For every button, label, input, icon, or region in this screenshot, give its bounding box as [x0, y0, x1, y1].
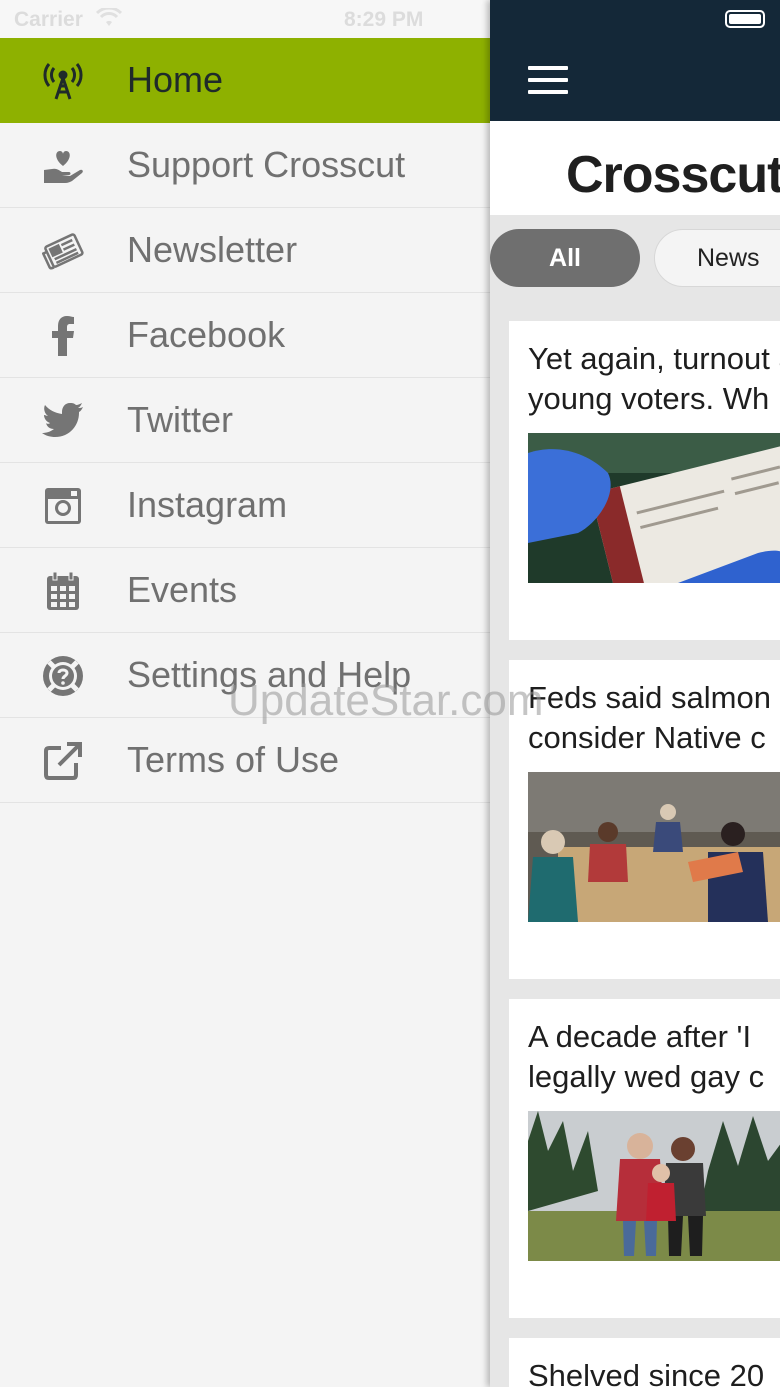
main-content-panel: Crosscut All News Yet again, turnout amo… [490, 0, 780, 1387]
menu-item-facebook[interactable]: Facebook [0, 293, 490, 378]
wifi-icon [96, 8, 122, 26]
menu-item-settings-help[interactable]: Settings and Help [0, 633, 490, 718]
article-card[interactable]: Feds said salmon consider Native c [509, 660, 780, 979]
instagram-icon [40, 485, 86, 527]
menu-label: Facebook [127, 314, 286, 355]
menu-item-events[interactable]: Events [0, 548, 490, 633]
article-title[interactable]: Yet again, turnout among young voters. W… [528, 339, 780, 419]
menu-label: Instagram [127, 484, 288, 525]
radio-tower-icon [40, 60, 86, 102]
article-card[interactable]: Yet again, turnout among young voters. W… [509, 321, 780, 640]
article-title[interactable]: Feds said salmon consider Native c [528, 678, 771, 758]
menu-item-terms[interactable]: Terms of Use [0, 718, 490, 803]
tab-all[interactable]: All [490, 229, 640, 287]
menu-label: Home [127, 59, 224, 100]
crosscut-logo[interactable]: Crosscut [566, 145, 780, 205]
menu-label: Terms of Use [127, 739, 340, 780]
side-drawer: Carrier 8:29 PM Home Support Crosscut Ne… [0, 0, 490, 1387]
article-image[interactable] [528, 772, 780, 922]
menu-label: Support Crosscut [127, 144, 406, 185]
calendar-icon [40, 570, 86, 612]
menu-label: Newsletter [127, 229, 298, 270]
heart-hand-icon [40, 145, 86, 187]
newspaper-icon [40, 230, 86, 272]
menu-item-home[interactable]: Home [0, 38, 490, 123]
status-bar: Carrier 8:29 PM [0, 0, 490, 38]
twitter-icon [40, 400, 86, 442]
menu-item-support[interactable]: Support Crosscut [0, 123, 490, 208]
tab-news[interactable]: News [654, 229, 780, 287]
clock-label: 8:29 PM [344, 8, 424, 31]
article-title[interactable]: A decade after 'I legally wed gay c [528, 1017, 764, 1097]
top-navbar [490, 0, 780, 121]
menu-label: Twitter [127, 399, 234, 440]
article-image[interactable] [528, 433, 780, 583]
menu-item-instagram[interactable]: Instagram [0, 463, 490, 548]
menu-item-newsletter[interactable]: Newsletter [0, 208, 490, 293]
article-card[interactable]: A decade after 'I legally wed gay c [509, 999, 780, 1318]
menu-item-twitter[interactable]: Twitter [0, 378, 490, 463]
hamburger-menu-icon[interactable] [528, 66, 568, 94]
menu-label: Settings and Help [127, 654, 412, 695]
battery-icon [725, 10, 765, 28]
article-title[interactable]: Shelved since 20 [528, 1356, 764, 1387]
external-link-icon [40, 740, 86, 782]
drawer-menu: Home Support Crosscut Newsletter Faceboo… [0, 38, 490, 803]
carrier-label: Carrier [14, 8, 83, 31]
article-card[interactable]: Shelved since 20 [509, 1338, 780, 1387]
logo-bar: Crosscut [490, 121, 780, 215]
category-tabs: All News [490, 215, 780, 303]
article-image[interactable] [528, 1111, 780, 1261]
facebook-icon [40, 315, 86, 357]
help-icon [40, 655, 86, 697]
menu-label: Events [127, 569, 238, 610]
